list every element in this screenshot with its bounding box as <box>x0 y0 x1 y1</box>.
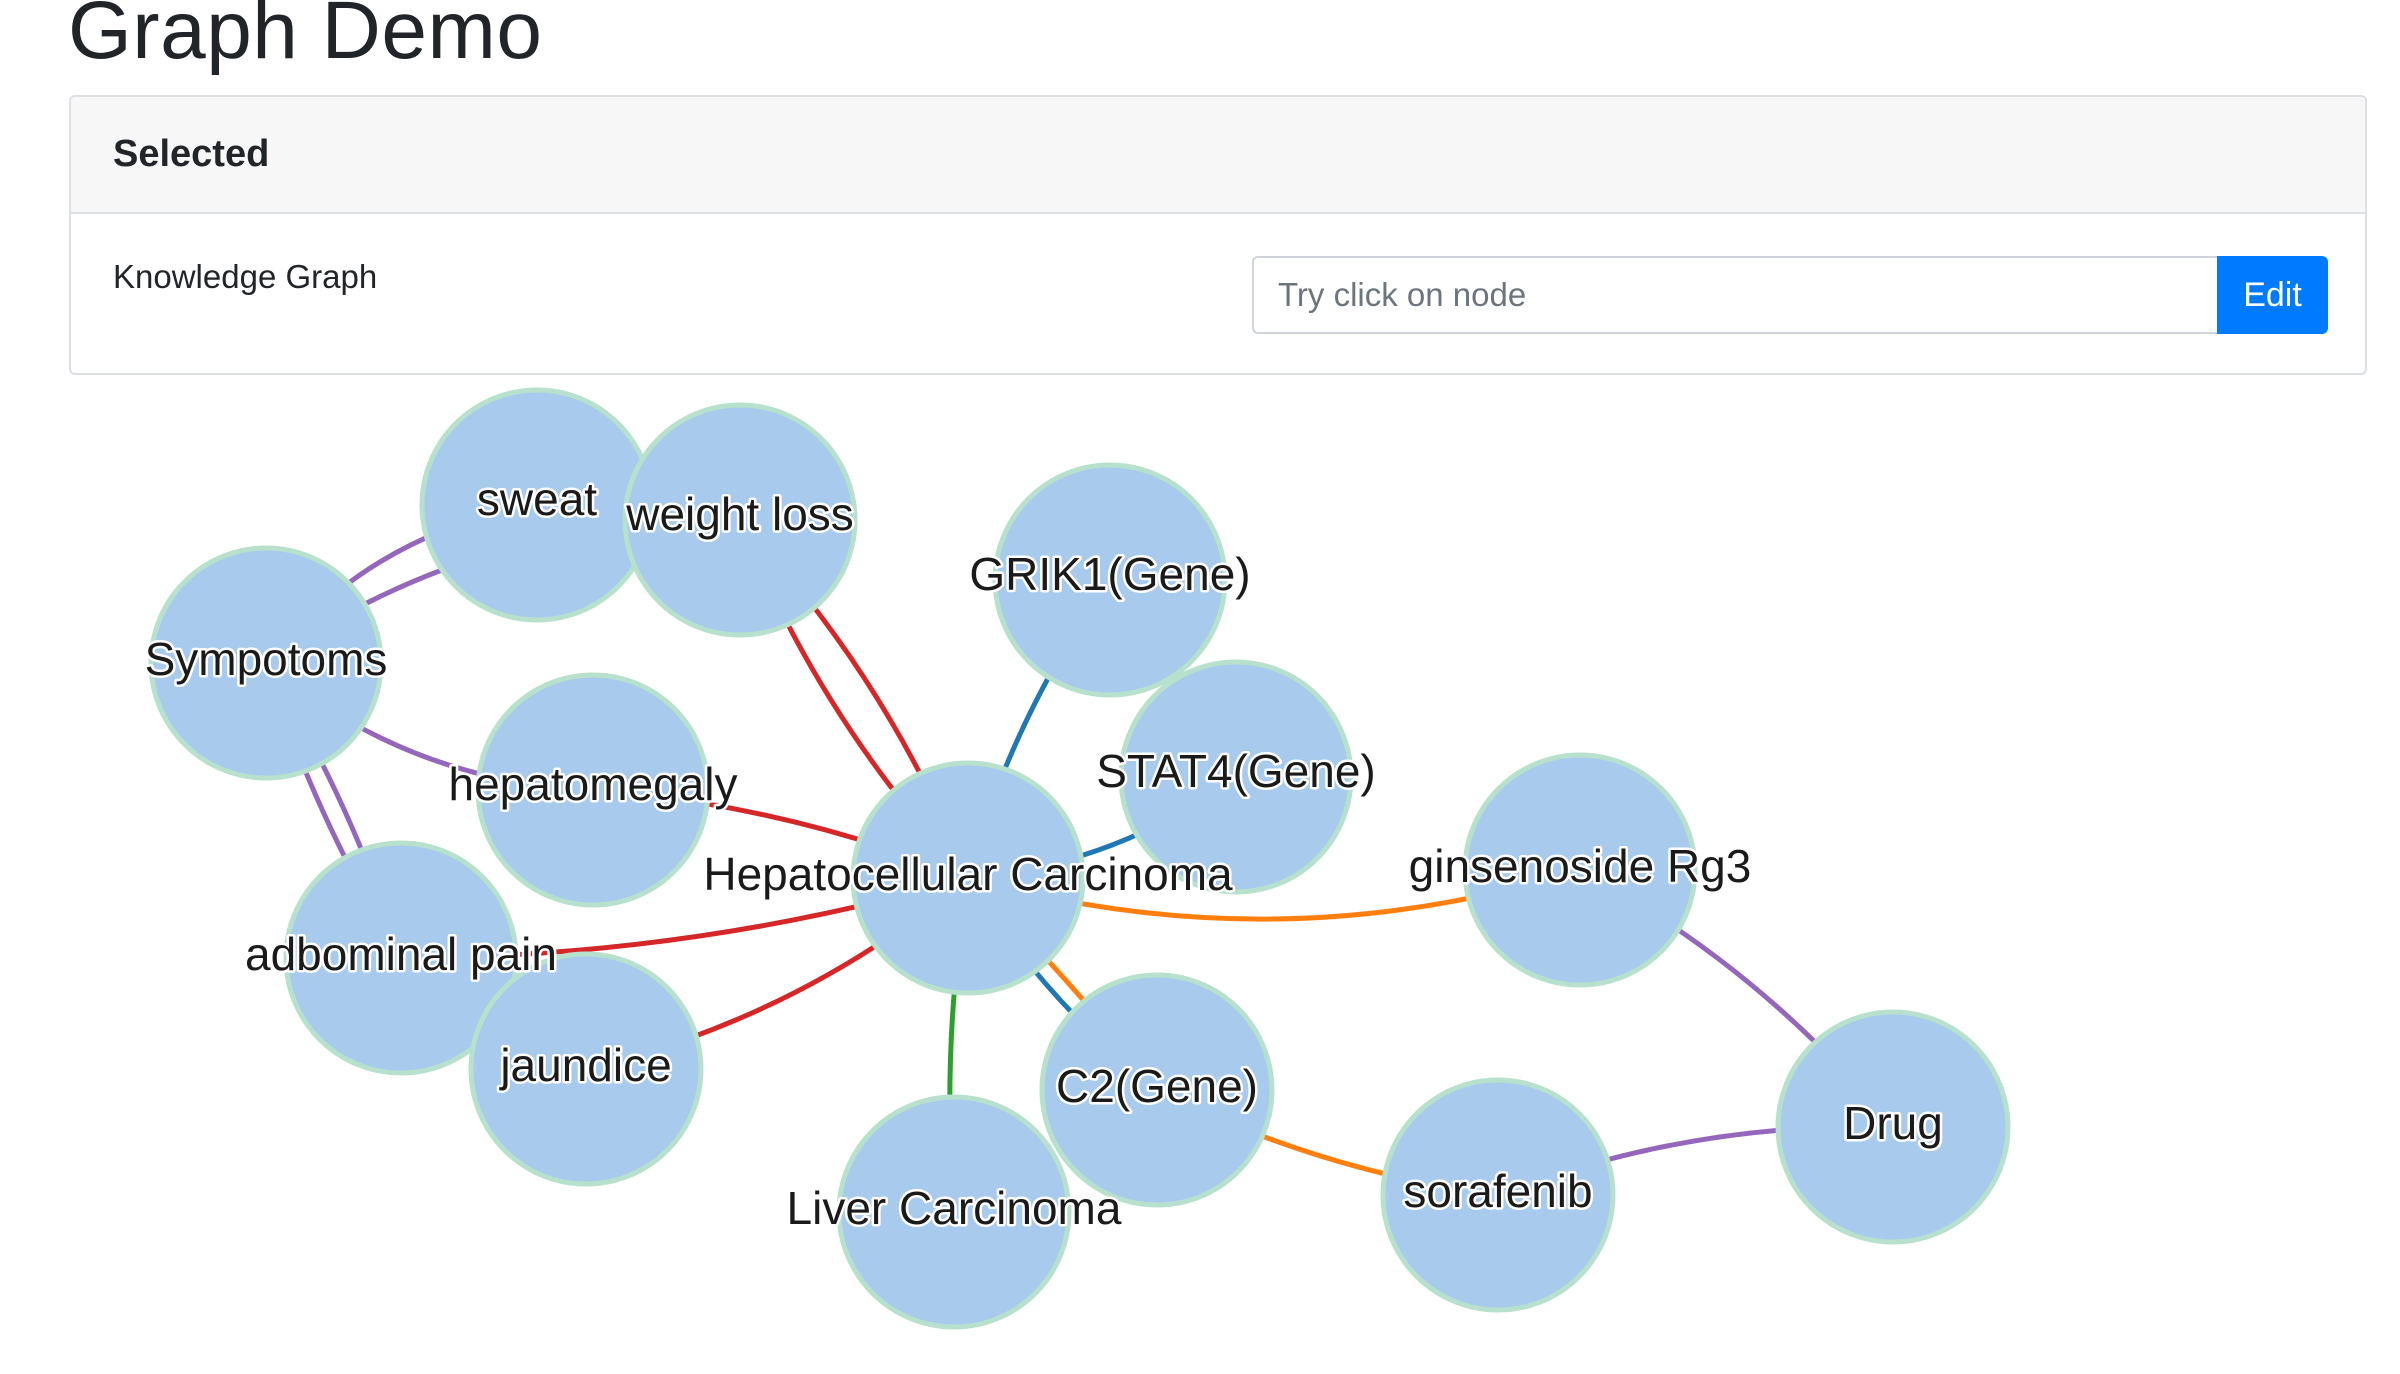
node-label-stat4[interactable]: STAT4(Gene) <box>1094 743 1378 800</box>
node-label-weight-loss[interactable]: weight loss <box>623 486 857 543</box>
node-label-sweat[interactable]: sweat <box>474 471 599 528</box>
node-label-c2[interactable]: C2(Gene) <box>1054 1058 1261 1115</box>
node-label-sorafenib[interactable]: sorafenib <box>1401 1163 1595 1220</box>
node-label-hcc[interactable]: Hepatocellular Carcinoma <box>701 846 1236 903</box>
node-label-adbominal-pain[interactable]: adbominal pain <box>242 926 559 983</box>
node-label-grik1[interactable]: GRIK1(Gene) <box>967 546 1253 603</box>
knowledge-graph-canvas[interactable]: sweat weight loss Sympotoms hepatomegaly adb… <box>0 0 2400 1374</box>
node-label-jaundice[interactable]: jaundice <box>496 1037 674 1094</box>
node-label-liver-carcinoma[interactable]: Liver Carcinoma <box>784 1180 1124 1237</box>
node-label-hepatomegaly[interactable]: hepatomegaly <box>446 756 740 813</box>
node-label-drug[interactable]: Drug <box>1841 1095 1946 1152</box>
node-label-sympotoms[interactable]: Sympotoms <box>142 631 390 688</box>
node-layer: sweat weight loss Sympotoms hepatomegaly adb… <box>142 387 2011 1330</box>
node-label-ginsenoside[interactable]: ginsenoside Rg3 <box>1406 838 1754 895</box>
